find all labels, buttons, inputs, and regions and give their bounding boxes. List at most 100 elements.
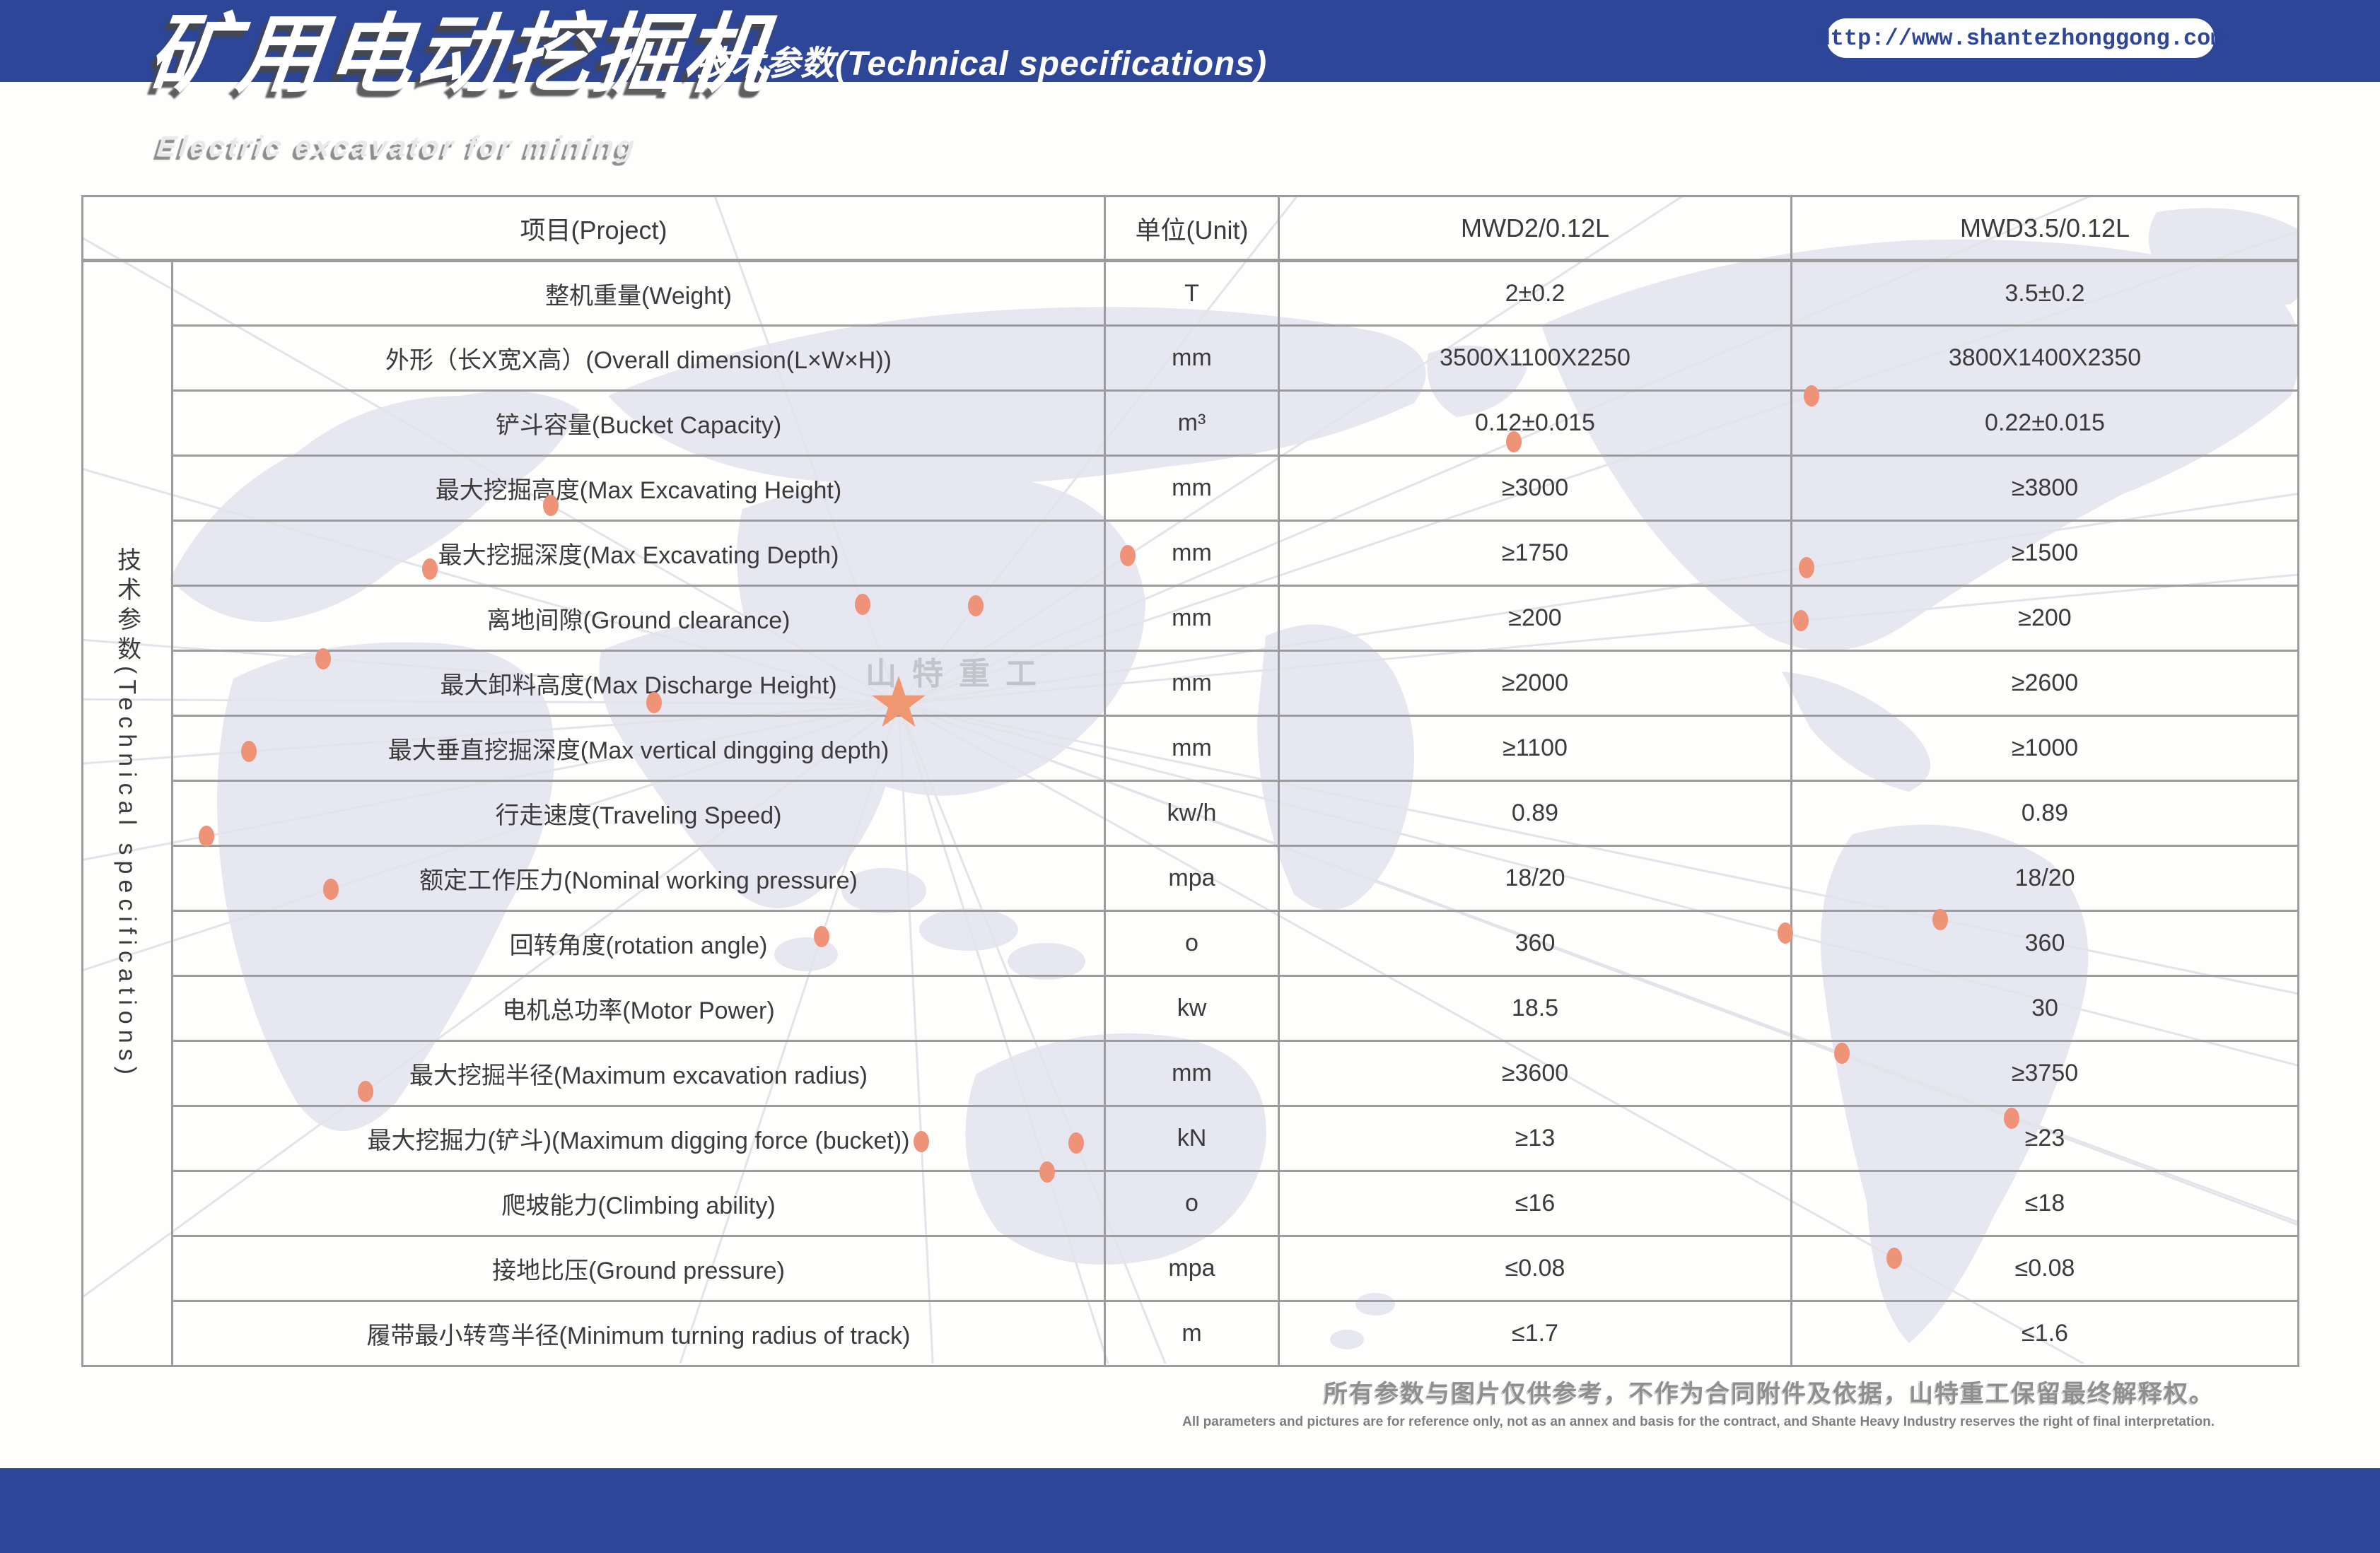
table-row: 最大挖掘力(铲斗)(Maximum digging force (bucket)…: [83, 1105, 2299, 1172]
mwd2-value-cell: 0.12±0.015: [1278, 389, 1792, 457]
mwd2-value-cell: ≥3000: [1278, 455, 1792, 522]
table-row: 技术参数(Technical specifications) 整机重量(Weigh…: [81, 259, 2299, 1367]
table-row: 爬坡能力(Climbing ability) o ≤16 ≤18: [83, 1170, 2299, 1237]
table-row: 最大挖掘深度(Max Excavating Depth) mm ≥1750 ≥1500: [83, 520, 2299, 587]
project-cell: 最大挖掘力(铲斗)(Maximum digging force (bucket)…: [171, 1105, 1106, 1172]
unit-cell: m: [1104, 1300, 1280, 1367]
mwd2-value-cell: ≤16: [1278, 1170, 1792, 1237]
unit-cell: mm: [1104, 585, 1280, 652]
mwd35-value-cell: ≥23: [1790, 1105, 2299, 1172]
table-row: 最大垂直挖掘深度(Max vertical dingging depth) mm ≥…: [83, 715, 2299, 782]
mwd2-value-cell: ≥200: [1278, 585, 1792, 652]
table-row: 外形（长X宽X高）(Overall dimension(L×W×H)) mm 350…: [83, 324, 2299, 392]
table-row: 电机总功率(Motor Power) kw 18.5 30: [83, 975, 2299, 1042]
mwd35-value-cell: 3800X1400X2350: [1790, 324, 2299, 392]
table-row: 回转角度(rotation angle) o 360 360: [83, 910, 2299, 977]
col-header-unit: 单位(Unit): [1104, 195, 1280, 262]
table-row: 铲斗容量(Bucket Capacity) m³ 0.12±0.015 0.22±0.…: [83, 389, 2299, 457]
mwd2-value-cell: 3500X1100X2250: [1278, 324, 1792, 392]
table-row: 最大挖掘高度(Max Excavating Height) mm ≥3000 ≥380…: [83, 455, 2299, 522]
mwd2-value-cell: ≤1.7: [1278, 1300, 1792, 1367]
col-header-project: 项目(Project): [81, 195, 1106, 262]
unit-cell: mm: [1104, 715, 1280, 782]
disclaimer-english: All parameters and pictures are for refe…: [1182, 1414, 2215, 1429]
project-cell: 最大挖掘高度(Max Excavating Height): [171, 455, 1106, 522]
project-cell: 爬坡能力(Climbing ability): [171, 1170, 1106, 1237]
unit-cell: mm: [1104, 324, 1280, 392]
mwd2-value-cell: 18.5: [1278, 975, 1792, 1042]
project-cell: 回转角度(rotation angle): [171, 910, 1106, 977]
mwd35-value-cell: 3.5±0.2: [1790, 259, 2299, 327]
footer-bar: [0, 1468, 2380, 1553]
mwd35-value-cell: ≥200: [1790, 585, 2299, 652]
unit-cell: kN: [1104, 1105, 1280, 1172]
table-row: 离地间隙(Ground clearance) mm ≥200 ≥200: [83, 585, 2299, 652]
mwd2-value-cell: ≥1100: [1278, 715, 1792, 782]
mwd35-value-cell: ≤18: [1790, 1170, 2299, 1237]
unit-cell: mm: [1104, 455, 1280, 522]
mwd2-value-cell: 0.89: [1278, 780, 1792, 847]
unit-cell: o: [1104, 1170, 1280, 1237]
table-row: 接地比压(Ground pressure) mpa ≤0.08 ≤0.08: [83, 1235, 2299, 1302]
page-title: 技术参数(Technical specifications): [696, 45, 1268, 83]
unit-cell: mpa: [1104, 845, 1280, 912]
mwd2-value-cell: ≥13: [1278, 1105, 1792, 1172]
unit-cell: o: [1104, 910, 1280, 977]
project-cell: 最大挖掘深度(Max Excavating Depth): [171, 520, 1106, 587]
unit-cell: mm: [1104, 520, 1280, 587]
project-cell: 行走速度(Traveling Speed): [171, 780, 1106, 847]
mwd2-value-cell: ≥3600: [1278, 1040, 1792, 1107]
side-label: 技术参数(Technical specifications): [81, 259, 173, 1367]
unit-cell: mm: [1104, 1040, 1280, 1107]
mwd35-value-cell: 18/20: [1790, 845, 2299, 912]
col-header-mwd2: MWD2/0.12L: [1278, 195, 1792, 262]
mwd35-value-cell: ≥1000: [1790, 715, 2299, 782]
spec-table: 项目(Project) 单位(Unit) MWD2/0.12L MWD3.5/0…: [81, 195, 2299, 1367]
mwd2-value-cell: ≤0.08: [1278, 1235, 1792, 1302]
mwd35-value-cell: ≥2600: [1790, 650, 2299, 717]
mwd35-value-cell: ≥1500: [1790, 520, 2299, 587]
mwd35-value-cell: ≥3800: [1790, 455, 2299, 522]
unit-cell: mm: [1104, 650, 1280, 717]
website-badge: Http://www.shantezhonggong.com: [1816, 18, 2224, 58]
mwd35-value-cell: 360: [1790, 910, 2299, 977]
project-cell: 最大挖掘半径(Maximum excavation radius): [171, 1040, 1106, 1107]
brochure-page: 山特重工 矿用电动挖掘机 Electric excavator for mini…: [0, 0, 2380, 1553]
logo-english: Electric excavator for mining: [155, 130, 639, 163]
project-cell: 履带最小转弯半径(Minimum turning radius of track…: [171, 1300, 1106, 1367]
table-header-row: 项目(Project) 单位(Unit) MWD2/0.12L MWD3.5/0…: [81, 195, 2299, 262]
project-cell: 电机总功率(Motor Power): [171, 975, 1106, 1042]
project-cell: 整机重量(Weight): [171, 259, 1106, 327]
website-url: Http://www.shantezhonggong.com: [1816, 25, 2224, 52]
disclaimer-chinese: 所有参数与图片仅供参考，不作为合同附件及依据，山特重工保留最终解释权。: [1324, 1381, 2215, 1407]
col-header-mwd35: MWD3.5/0.12L: [1790, 195, 2299, 262]
project-cell: 铲斗容量(Bucket Capacity): [171, 389, 1106, 457]
mwd2-value-cell: 18/20: [1278, 845, 1792, 912]
mwd35-value-cell: 0.89: [1790, 780, 2299, 847]
mwd35-value-cell: ≥3750: [1790, 1040, 2299, 1107]
mwd35-value-cell: 30: [1790, 975, 2299, 1042]
mwd2-value-cell: 360: [1278, 910, 1792, 977]
mwd2-value-cell: ≥1750: [1278, 520, 1792, 587]
project-cell: 最大卸料高度(Max Discharge Height): [171, 650, 1106, 717]
table-row: 额定工作压力(Nominal working pressure) mpa 18/20…: [83, 845, 2299, 912]
disclaimer: 所有参数与图片仅供参考，不作为合同附件及依据，山特重工保留最终解释权。 All …: [1182, 1374, 2215, 1430]
unit-cell: mpa: [1104, 1235, 1280, 1302]
logo-chinese: 矿用电动挖掘机: [143, 6, 778, 102]
unit-cell: kw/h: [1104, 780, 1280, 847]
project-cell: 额定工作压力(Nominal working pressure): [171, 845, 1106, 912]
table-row: 最大卸料高度(Max Discharge Height) mm ≥2000 ≥2600: [83, 650, 2299, 717]
table-row: 最大挖掘半径(Maximum excavation radius) mm ≥3600…: [83, 1040, 2299, 1107]
mwd35-value-cell: 0.22±0.015: [1790, 389, 2299, 457]
mwd35-value-cell: ≤0.08: [1790, 1235, 2299, 1302]
project-cell: 外形（长X宽X高）(Overall dimension(L×W×H)): [171, 324, 1106, 392]
table-row: 行走速度(Traveling Speed) kw/h 0.89 0.89: [83, 780, 2299, 847]
mwd2-value-cell: ≥2000: [1278, 650, 1792, 717]
project-cell: 接地比压(Ground pressure): [171, 1235, 1106, 1302]
table-row: 履带最小转弯半径(Minimum turning radius of track…: [83, 1300, 2299, 1367]
unit-cell: T: [1104, 259, 1280, 327]
mwd35-value-cell: ≤1.6: [1790, 1300, 2299, 1367]
mwd2-value-cell: 2±0.2: [1278, 259, 1792, 327]
project-cell: 最大垂直挖掘深度(Max vertical dingging depth): [171, 715, 1106, 782]
unit-cell: m³: [1104, 389, 1280, 457]
